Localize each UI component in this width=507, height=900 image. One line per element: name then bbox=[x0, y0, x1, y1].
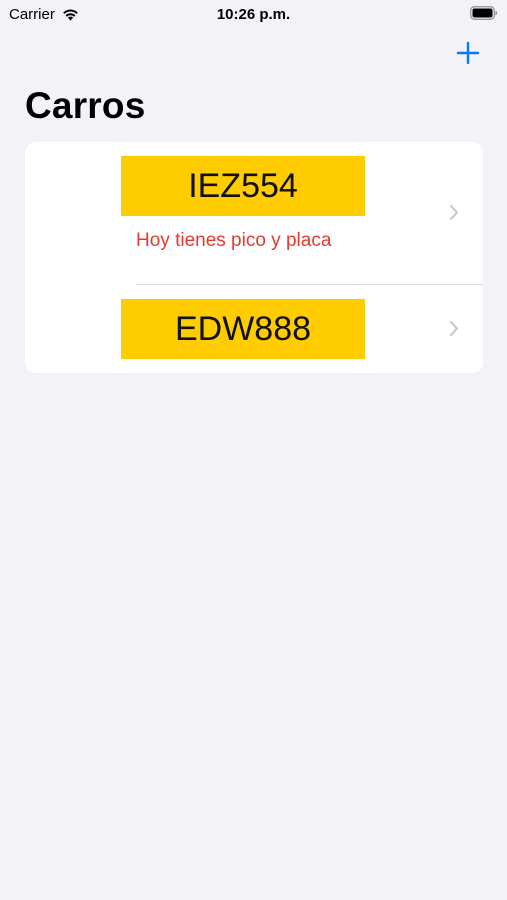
car-row[interactable]: EDW888 bbox=[25, 285, 483, 373]
cars-list: IEZ554 Hoy tienes pico y placa EDW888 bbox=[25, 142, 483, 373]
page-title: Carros bbox=[25, 85, 146, 126]
chevron-right-icon bbox=[449, 204, 459, 221]
chevron-right-icon bbox=[449, 320, 459, 337]
plus-icon bbox=[456, 41, 480, 65]
car-row[interactable]: IEZ554 Hoy tienes pico y placa bbox=[25, 142, 483, 284]
license-plate: IEZ554 bbox=[121, 156, 365, 216]
add-car-button[interactable] bbox=[455, 40, 481, 66]
status-time: 10:26 p.m. bbox=[216, 6, 291, 23]
battery-icon bbox=[470, 6, 498, 20]
status-bar: Carrier 10:26 p.m. bbox=[0, 0, 507, 28]
pico-y-placa-warning: Hoy tienes pico y placa bbox=[136, 230, 332, 251]
license-plate: EDW888 bbox=[121, 299, 365, 359]
